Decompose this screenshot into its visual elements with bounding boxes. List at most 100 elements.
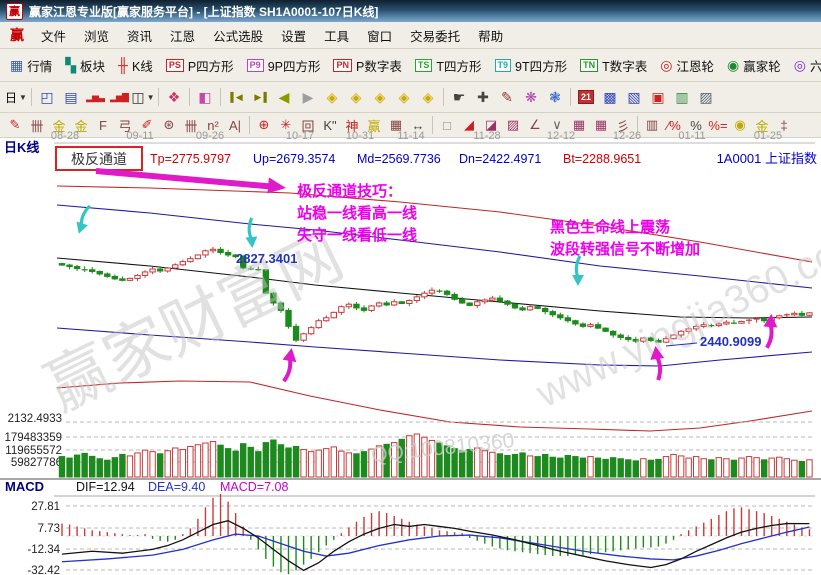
- k-quote-button[interactable]: K": [319, 115, 341, 135]
- diamond-right-button[interactable]: ◈: [344, 86, 368, 108]
- cyan-down-arrow: [244, 218, 259, 249]
- candles: [59, 247, 812, 343]
- measure-button[interactable]: ↔: [407, 115, 429, 135]
- price-flag-button[interactable]: ‡: [773, 115, 795, 135]
- 9p-square-label: 9P四方形: [268, 56, 321, 75]
- 9p-square-button[interactable]: P99P四方形: [241, 53, 327, 78]
- gann-wheel-button[interactable]: ◎江恩轮: [654, 53, 720, 78]
- candle-style-button[interactable]: ◫▼: [131, 86, 155, 108]
- menu-item-3[interactable]: 江恩: [161, 23, 204, 48]
- save-button[interactable]: ▣: [646, 86, 670, 108]
- grid-arrow-button[interactable]: ▦: [590, 115, 612, 135]
- diamond-all-button[interactable]: ◈: [416, 86, 440, 108]
- hatch-button[interactable]: 彡: [612, 115, 634, 135]
- channel-lines: [57, 186, 812, 431]
- quotes-button[interactable]: ▦行情: [4, 53, 58, 78]
- pen-chart-button[interactable]: ✐: [136, 115, 158, 135]
- diamond-left-button[interactable]: ◈: [320, 86, 344, 108]
- goto-last-button[interactable]: ▶▐: [248, 86, 272, 108]
- percent-button[interactable]: %: [685, 115, 707, 135]
- cyan-down-arrow: [572, 256, 584, 286]
- comb-button[interactable]: 卌: [26, 115, 48, 135]
- square-spiral-button[interactable]: 回: [297, 115, 319, 135]
- bow-tool-button[interactable]: 弓: [114, 115, 136, 135]
- gold-comb-2-button[interactable]: 金: [70, 115, 92, 135]
- bars-9-button[interactable]: ▂▅▇: [107, 86, 131, 108]
- percent-line-button[interactable]: %=: [707, 115, 729, 135]
- rays-button[interactable]: ◢: [458, 115, 480, 135]
- goto-first-button[interactable]: ▌◀: [224, 86, 248, 108]
- menu-item-9[interactable]: 帮助: [469, 23, 512, 48]
- channel-name-box[interactable]: [56, 147, 142, 170]
- p-table-button[interactable]: PNP数字表: [327, 53, 407, 78]
- diamond-x-button[interactable]: ◈: [392, 86, 416, 108]
- menu-item-0[interactable]: 文件: [32, 23, 75, 48]
- hexagon-button[interactable]: ◎六角形: [788, 53, 821, 78]
- red-pen-button[interactable]: ✎: [4, 115, 26, 135]
- pattern-button[interactable]: ❖: [162, 86, 186, 108]
- calculator-button[interactable]: ▩: [598, 86, 622, 108]
- gann-circle-button[interactable]: ⊕: [253, 115, 275, 135]
- gold-comb-1-button[interactable]: 金: [48, 115, 70, 135]
- menu-item-4[interactable]: 公式选股: [204, 23, 272, 48]
- angle-lines-button[interactable]: ∠: [524, 115, 546, 135]
- menu-item-7[interactable]: 窗口: [358, 23, 401, 48]
- menu-item-5[interactable]: 设置: [272, 23, 315, 48]
- sectors-button[interactable]: ▚板块: [59, 53, 111, 78]
- next-bar-button[interactable]: ▶: [296, 86, 320, 108]
- smart-tool-button[interactable]: ❃: [543, 86, 567, 108]
- menu-item-1[interactable]: 浏览: [75, 23, 118, 48]
- winner-wheel-button[interactable]: ◉赢家轮: [721, 53, 787, 78]
- macd-title: MACD: [5, 479, 44, 494]
- zoom-area-button[interactable]: ◰: [35, 86, 59, 108]
- info-panel-button[interactable]: ▤: [59, 86, 83, 108]
- mail-export-button[interactable]: ▥: [670, 86, 694, 108]
- spectrum-button[interactable]: ◧: [193, 86, 217, 108]
- t-square-button[interactable]: TST四方形: [409, 53, 488, 78]
- kline-button[interactable]: ╫K线: [112, 53, 159, 78]
- grid-tool-button[interactable]: ▦: [568, 115, 590, 135]
- quotes-icon: ▦: [10, 58, 23, 72]
- gold-circle-button[interactable]: ◉: [729, 115, 751, 135]
- printer-button[interactable]: ▨: [694, 86, 718, 108]
- bars-3-button[interactable]: ▂▅▃: [83, 86, 107, 108]
- diamond-h-button[interactable]: ◈: [368, 86, 392, 108]
- star-burst-button[interactable]: ✳: [275, 115, 297, 135]
- toolbar-separator: [443, 88, 444, 106]
- hexagon-icon: ◎: [794, 58, 806, 72]
- ying-comb-button[interactable]: 赢: [363, 115, 385, 135]
- hand-button[interactable]: ☛: [447, 86, 471, 108]
- column-chart-button[interactable]: ▥: [641, 115, 663, 135]
- annotate-button[interactable]: ✎: [495, 86, 519, 108]
- calendar-button[interactable]: 21: [574, 86, 598, 108]
- t-table-button[interactable]: TNT数字表: [574, 53, 653, 78]
- crosshair-button[interactable]: ✚: [471, 86, 495, 108]
- comb-2-button[interactable]: 卌: [180, 115, 202, 135]
- frame-box-button[interactable]: □: [436, 115, 458, 135]
- gold-char-button[interactable]: 金: [751, 115, 773, 135]
- ruler-123-button[interactable]: ▦: [385, 115, 407, 135]
- 9t-square-button[interactable]: T99T四方形: [489, 53, 574, 78]
- prev-bar-button[interactable]: ◀: [272, 86, 296, 108]
- shen-comb-button[interactable]: 神: [341, 115, 363, 135]
- circle-comb-button[interactable]: ⊛: [158, 115, 180, 135]
- n-square-button[interactable]: n²: [202, 115, 224, 135]
- period-day-button[interactable]: 日▼: [4, 86, 28, 108]
- macd-value: MACD=7.08: [220, 480, 288, 494]
- notes-button[interactable]: ▧: [622, 86, 646, 108]
- watermark-text: QQ:100810360: [370, 429, 515, 467]
- box-net-button[interactable]: ▨: [502, 115, 524, 135]
- p-square-button[interactable]: PSP四方形: [160, 53, 240, 78]
- flower-tool-button[interactable]: ❋: [519, 86, 543, 108]
- menu-item-6[interactable]: 工具: [315, 23, 358, 48]
- percent-slash-button[interactable]: ∕%: [663, 115, 685, 135]
- menu-item-8[interactable]: 交易委托: [401, 23, 469, 48]
- menu-item-2[interactable]: 资讯: [118, 23, 161, 48]
- box-rays-button[interactable]: ◪: [480, 115, 502, 135]
- annotations: 极反通道技巧：站稳一线看高一线失守一线看低一线黑色生命线上震荡波段转强信号不断增…: [236, 182, 761, 349]
- macd-panel: MACDDIF=12.94DEA=9.40MACD=7.0827.817.73-…: [5, 479, 815, 575]
- a-line-button[interactable]: A|: [224, 115, 246, 135]
- check-lines-button[interactable]: ∨: [546, 115, 568, 135]
- f-comb-button[interactable]: F: [92, 115, 114, 135]
- channel-line-md: [57, 258, 812, 318]
